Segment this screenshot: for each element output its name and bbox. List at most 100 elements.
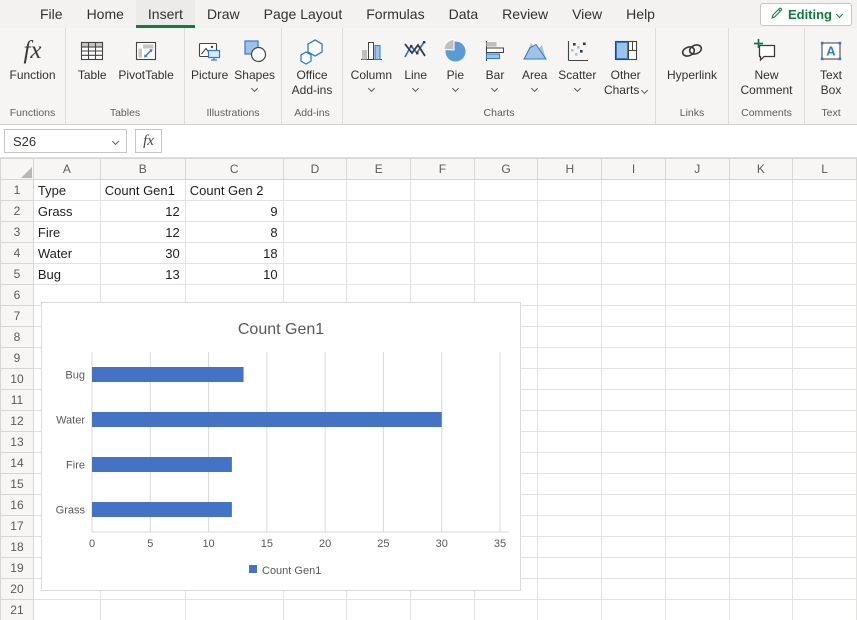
row-header-21[interactable]: 21 (1, 600, 34, 620)
column-header-L[interactable]: L (793, 159, 857, 180)
cell-L11[interactable] (793, 390, 857, 411)
cell-K15[interactable] (729, 474, 793, 495)
cell-G1[interactable] (474, 180, 538, 201)
tab-insert[interactable]: Insert (136, 0, 195, 28)
cell-B1[interactable]: Count Gen1 (100, 180, 185, 201)
cell-A3[interactable]: Fire (33, 222, 100, 243)
cell-D21[interactable] (283, 600, 347, 620)
cell-K9[interactable] (729, 348, 793, 369)
tab-home[interactable]: Home (75, 0, 136, 28)
cell-H18[interactable] (538, 537, 602, 558)
cell-H10[interactable] (538, 369, 602, 390)
column-header-G[interactable]: G (474, 159, 538, 180)
tab-view[interactable]: View (560, 0, 614, 28)
cell-G2[interactable] (474, 201, 538, 222)
cell-H19[interactable] (538, 558, 602, 579)
cell-I11[interactable] (602, 390, 666, 411)
chart-bar-Water[interactable] (92, 412, 442, 427)
cell-J17[interactable] (665, 516, 729, 537)
column-header-J[interactable]: J (665, 159, 729, 180)
cell-J8[interactable] (665, 327, 729, 348)
cell-K12[interactable] (729, 411, 793, 432)
cell-C5[interactable]: 10 (185, 264, 283, 285)
cell-C1[interactable]: Count Gen 2 (185, 180, 283, 201)
cell-H8[interactable] (538, 327, 602, 348)
row-header-7[interactable]: 7 (1, 306, 34, 327)
cell-I6[interactable] (602, 285, 666, 306)
cell-L21[interactable] (793, 600, 857, 620)
cell-D3[interactable] (283, 222, 347, 243)
cell-I15[interactable] (602, 474, 666, 495)
cell-H13[interactable] (538, 432, 602, 453)
cell-L20[interactable] (793, 579, 857, 600)
cell-I4[interactable] (602, 243, 666, 264)
cell-J12[interactable] (665, 411, 729, 432)
cell-L18[interactable] (793, 537, 857, 558)
pivottable-button[interactable]: PivotTable (118, 34, 173, 83)
cell-D5[interactable] (283, 264, 347, 285)
cell-I12[interactable] (602, 411, 666, 432)
cell-K17[interactable] (729, 516, 793, 537)
tab-draw[interactable]: Draw (195, 0, 252, 28)
cell-B5[interactable]: 13 (100, 264, 185, 285)
cell-H9[interactable] (538, 348, 602, 369)
row-header-18[interactable]: 18 (1, 537, 34, 558)
cell-J3[interactable] (665, 222, 729, 243)
cell-L9[interactable] (793, 348, 857, 369)
cell-C4[interactable]: 18 (185, 243, 283, 264)
cell-I17[interactable] (602, 516, 666, 537)
column-header-F[interactable]: F (411, 159, 475, 180)
cell-F2[interactable] (411, 201, 475, 222)
cell-F1[interactable] (411, 180, 475, 201)
cell-A5[interactable]: Bug (33, 264, 100, 285)
cell-L4[interactable] (793, 243, 857, 264)
column-header-C[interactable]: C (185, 159, 283, 180)
line-chart-button[interactable]: Line (400, 34, 432, 91)
row-header-10[interactable]: 10 (1, 369, 34, 390)
cell-K13[interactable] (729, 432, 793, 453)
other-charts-button[interactable]: OtherCharts (604, 34, 647, 98)
row-header-8[interactable]: 8 (1, 327, 34, 348)
cell-K1[interactable] (729, 180, 793, 201)
cell-I18[interactable] (602, 537, 666, 558)
cell-D4[interactable] (283, 243, 347, 264)
cell-G5[interactable] (474, 264, 538, 285)
row-header-13[interactable]: 13 (1, 432, 34, 453)
tab-page-layout[interactable]: Page Layout (252, 0, 355, 28)
row-header-4[interactable]: 4 (1, 243, 34, 264)
new-comment-button[interactable]: NewComment (740, 34, 792, 98)
cell-J18[interactable] (665, 537, 729, 558)
cell-L15[interactable] (793, 474, 857, 495)
cell-J4[interactable] (665, 243, 729, 264)
cell-B3[interactable]: 12 (100, 222, 185, 243)
row-header-14[interactable]: 14 (1, 453, 34, 474)
cell-K3[interactable] (729, 222, 793, 243)
cell-B21[interactable] (100, 600, 185, 620)
row-header-1[interactable]: 1 (1, 180, 34, 201)
cell-G4[interactable] (474, 243, 538, 264)
cell-L14[interactable] (793, 453, 857, 474)
cell-G3[interactable] (474, 222, 538, 243)
cell-J10[interactable] (665, 369, 729, 390)
cell-J16[interactable] (665, 495, 729, 516)
cell-F21[interactable] (411, 600, 475, 620)
cell-I5[interactable] (602, 264, 666, 285)
column-header-B[interactable]: B (100, 159, 185, 180)
cell-K19[interactable] (729, 558, 793, 579)
cell-L7[interactable] (793, 306, 857, 327)
cell-I10[interactable] (602, 369, 666, 390)
cell-I9[interactable] (602, 348, 666, 369)
column-header-I[interactable]: I (602, 159, 666, 180)
cell-H21[interactable] (538, 600, 602, 620)
text-box-button[interactable]: A TextBox (815, 34, 847, 98)
cell-K4[interactable] (729, 243, 793, 264)
row-header-19[interactable]: 19 (1, 558, 34, 579)
cell-I19[interactable] (602, 558, 666, 579)
cell-J9[interactable] (665, 348, 729, 369)
cell-L2[interactable] (793, 201, 857, 222)
cell-E1[interactable] (347, 180, 411, 201)
cell-E4[interactable] (347, 243, 411, 264)
cell-G21[interactable] (474, 600, 538, 620)
cell-K5[interactable] (729, 264, 793, 285)
row-header-6[interactable]: 6 (1, 285, 34, 306)
